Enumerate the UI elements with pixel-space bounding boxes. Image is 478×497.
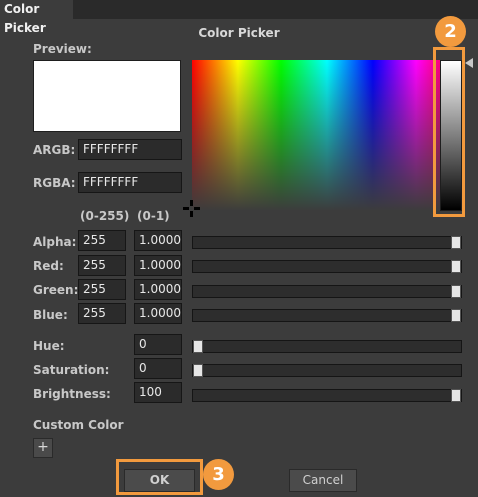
red-slider-thumb[interactable] xyxy=(451,260,461,273)
add-custom-color-button[interactable]: + xyxy=(33,438,53,458)
blue-slider[interactable] xyxy=(192,309,462,322)
dialog-title: Color Picker xyxy=(198,26,280,40)
alpha-slider[interactable] xyxy=(192,236,462,249)
argb-field[interactable]: FFFFFFFF xyxy=(78,139,182,160)
brightness-label: Brightness: xyxy=(33,387,111,401)
green-float-field[interactable]: 1.0000 xyxy=(134,279,182,300)
brightness-marker-icon[interactable] xyxy=(465,58,473,68)
title-bar: Color Picker xyxy=(0,0,478,35)
saturation-field[interactable]: 0 xyxy=(134,358,182,379)
hue-slider[interactable] xyxy=(192,340,462,353)
green-int-field[interactable]: 255 xyxy=(78,279,126,300)
ok-highlight xyxy=(116,459,203,495)
alpha-float-field[interactable]: 1.0000 xyxy=(134,230,182,251)
red-slider[interactable] xyxy=(192,260,462,273)
color-spectrum[interactable] xyxy=(192,60,462,211)
blue-label: Blue: xyxy=(33,308,68,322)
float-range-header: (0-1) xyxy=(137,209,170,223)
brightness-slider-thumb[interactable] xyxy=(451,389,461,402)
preview-label: Preview: xyxy=(33,42,92,56)
brightness-field[interactable]: 100 xyxy=(134,382,182,403)
red-float-field[interactable]: 1.0000 xyxy=(134,255,182,276)
green-slider-thumb[interactable] xyxy=(451,285,461,298)
rgba-label: RGBA: xyxy=(33,176,76,190)
saturation-label: Saturation: xyxy=(33,363,110,377)
annotation-badge-3: 3 xyxy=(203,459,234,490)
tab-color-picker[interactable]: Color Picker xyxy=(0,0,73,35)
hue-label: Hue: xyxy=(33,339,65,353)
argb-label: ARGB: xyxy=(33,143,76,157)
blue-float-field[interactable]: 1.0000 xyxy=(134,303,182,324)
saturation-slider-thumb[interactable] xyxy=(193,364,203,377)
saturation-slider[interactable] xyxy=(192,364,462,377)
brightness-highlight xyxy=(433,47,465,217)
int-range-header: (0-255) xyxy=(80,209,130,223)
green-slider[interactable] xyxy=(192,285,462,298)
rgba-field[interactable]: FFFFFFFF xyxy=(78,172,182,193)
blue-int-field[interactable]: 255 xyxy=(78,303,126,324)
spectrum-crosshair-icon[interactable] xyxy=(183,200,200,217)
red-int-field[interactable]: 255 xyxy=(78,255,126,276)
cancel-button[interactable]: Cancel xyxy=(289,469,357,492)
blue-slider-thumb[interactable] xyxy=(451,309,461,322)
alpha-label: Alpha: xyxy=(33,235,77,249)
hue-field[interactable]: 0 xyxy=(134,334,182,355)
alpha-int-field[interactable]: 255 xyxy=(78,230,126,251)
hue-slider-thumb[interactable] xyxy=(193,340,203,353)
annotation-badge-2: 2 xyxy=(435,16,466,47)
green-label: Green: xyxy=(33,283,79,297)
color-preview-swatch xyxy=(33,60,181,132)
alpha-slider-thumb[interactable] xyxy=(451,236,461,249)
red-label: Red: xyxy=(33,259,64,273)
brightness-slider[interactable] xyxy=(192,389,462,402)
custom-color-label: Custom Color xyxy=(33,418,124,432)
